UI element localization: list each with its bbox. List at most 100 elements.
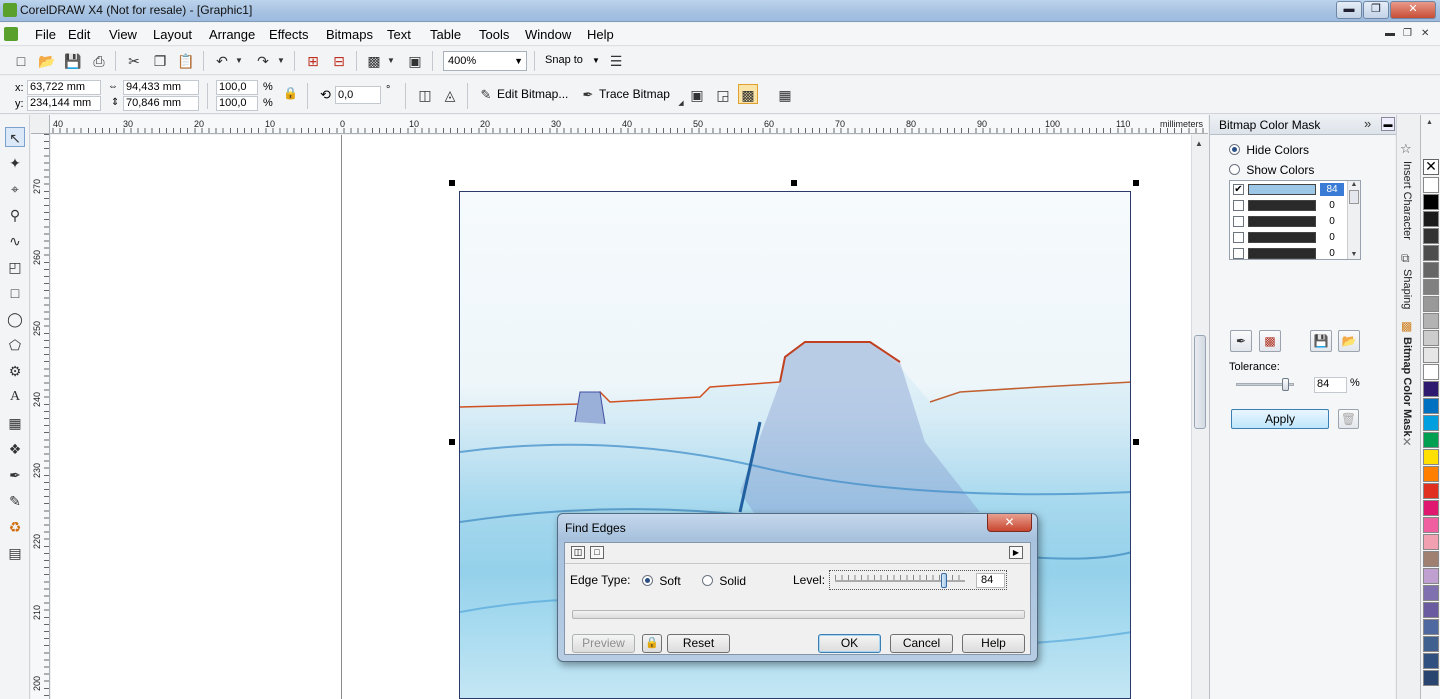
palette-scroll-up-icon[interactable]: ▲ bbox=[1426, 119, 1433, 126]
mirror-horizontal-icon[interactable]: ◫ bbox=[415, 85, 435, 105]
mask-color-row[interactable]: 0 bbox=[1230, 230, 1348, 245]
document-icon[interactable] bbox=[4, 27, 18, 41]
color-swatch[interactable] bbox=[1423, 262, 1439, 278]
minimize-docker-icon[interactable]: ▬ bbox=[1381, 117, 1395, 131]
mask-color-row[interactable]: 0 bbox=[1230, 214, 1348, 229]
apply-button[interactable]: Apply bbox=[1231, 409, 1329, 429]
import-icon[interactable]: ⊞ bbox=[303, 51, 323, 71]
open-mask-icon[interactable]: 📂 bbox=[1338, 330, 1360, 352]
edit-color-icon[interactable]: ▩ bbox=[1259, 330, 1281, 352]
application-launcher-icon[interactable]: ▩ bbox=[364, 51, 384, 71]
dual-preview-icon[interactable]: ◫ bbox=[571, 546, 585, 559]
interactive-fill-tool-icon[interactable]: ▤ bbox=[5, 543, 25, 563]
y-position-field[interactable]: 234,144 mm bbox=[27, 96, 101, 111]
hide-colors-option[interactable]: Hide Colors bbox=[1229, 142, 1309, 157]
color-swatch[interactable] bbox=[1423, 670, 1439, 686]
mask-color-checkbox[interactable] bbox=[1233, 232, 1244, 243]
selection-handle[interactable] bbox=[791, 180, 797, 186]
menu-help[interactable]: Help bbox=[587, 27, 614, 42]
width-field[interactable]: 94,433 mm bbox=[123, 80, 199, 95]
vertical-ruler[interactable]: 270 260 250 240 230 220 210 200 bbox=[31, 134, 50, 699]
no-color-swatch[interactable]: ✕ bbox=[1423, 159, 1439, 175]
shape-tool-icon[interactable]: ✦ bbox=[5, 153, 25, 173]
color-swatch[interactable] bbox=[1423, 483, 1439, 499]
soft-option[interactable]: Soft bbox=[642, 573, 681, 588]
menu-view[interactable]: View bbox=[109, 27, 137, 42]
color-swatch[interactable] bbox=[1423, 279, 1439, 295]
minimize-button[interactable]: ▬ bbox=[1336, 1, 1362, 19]
doc-close-icon[interactable]: ✕ bbox=[1421, 28, 1429, 39]
color-swatch[interactable] bbox=[1423, 602, 1439, 618]
redo-icon[interactable]: ↷ bbox=[253, 51, 273, 71]
color-swatch[interactable] bbox=[1423, 245, 1439, 261]
print-icon[interactable]: ⎙ bbox=[89, 51, 109, 71]
tab-shaping[interactable]: Shaping bbox=[1401, 269, 1413, 309]
zoom-levels-combo[interactable]: 400% ▼ bbox=[443, 51, 527, 71]
soft-radio[interactable] bbox=[642, 575, 653, 587]
close-tab-icon[interactable]: ✕ bbox=[1402, 435, 1412, 449]
level-field[interactable]: 84 bbox=[976, 573, 1005, 588]
table-tool-icon[interactable]: ▦ bbox=[5, 413, 25, 433]
close-button[interactable]: ✕ bbox=[1390, 1, 1436, 19]
rotation-angle-field[interactable]: 0,0 bbox=[335, 86, 381, 104]
color-swatch[interactable] bbox=[1423, 296, 1439, 312]
horizontal-ruler[interactable]: 40 30 20 10 0 10 20 30 40 50 60 70 80 90… bbox=[31, 115, 1208, 134]
options-icon[interactable]: ☰ bbox=[606, 51, 626, 71]
zoom-tool-icon[interactable]: ⚲ bbox=[5, 205, 25, 225]
trace-bitmap-button[interactable]: ✒ Trace Bitmap bbox=[580, 87, 670, 103]
save-mask-icon[interactable]: 💾 bbox=[1310, 330, 1332, 352]
polygon-tool-icon[interactable]: ⬠ bbox=[5, 335, 25, 355]
copy-icon[interactable]: ❐ bbox=[150, 51, 170, 71]
doc-minimize-icon[interactable]: ▬ bbox=[1385, 28, 1395, 39]
welcome-screen-icon[interactable]: ▣ bbox=[405, 51, 425, 71]
color-swatch[interactable] bbox=[1423, 228, 1439, 244]
bitmap-color-mask-icon[interactable]: ▩ bbox=[738, 84, 758, 104]
color-swatch[interactable] bbox=[1423, 194, 1439, 210]
scroll-up-icon[interactable]: ▲ bbox=[1195, 139, 1203, 148]
trash-icon[interactable]: 🗑 bbox=[1338, 409, 1359, 429]
menu-table[interactable]: Table bbox=[430, 27, 461, 42]
scroll-thumb[interactable] bbox=[1194, 335, 1206, 429]
x-position-field[interactable]: 63,722 mm bbox=[27, 80, 101, 95]
outline-pen-tool-icon[interactable]: ✎ bbox=[5, 491, 25, 511]
ruler-origin[interactable] bbox=[31, 115, 50, 134]
mask-color-checkbox[interactable] bbox=[1233, 216, 1244, 227]
selection-handle[interactable] bbox=[1133, 439, 1139, 445]
crop-tool-icon[interactable]: ⌖ bbox=[5, 179, 25, 199]
color-swatch[interactable] bbox=[1423, 653, 1439, 669]
color-swatch[interactable] bbox=[1423, 517, 1439, 533]
eyedropper-tool-icon[interactable]: ✒ bbox=[5, 465, 25, 485]
tolerance-field[interactable]: 84 bbox=[1314, 377, 1347, 393]
link-manager-icon[interactable]: ▦ bbox=[775, 85, 795, 105]
new-document-icon[interactable]: □ bbox=[11, 51, 31, 71]
expand-arrow-icon[interactable]: ▶ bbox=[1009, 546, 1023, 559]
scale-y-field[interactable]: 100,0 bbox=[216, 96, 258, 111]
mask-color-list[interactable]: ✔ 84 0 0 0 0 ▲ ▼ bbox=[1229, 180, 1361, 260]
resample-icon[interactable]: ◲ bbox=[713, 85, 733, 105]
preview-button[interactable]: Preview bbox=[572, 634, 635, 653]
mask-color-row[interactable]: 0 bbox=[1230, 198, 1348, 213]
mask-color-checkbox[interactable] bbox=[1233, 248, 1244, 259]
trace-dropdown-icon[interactable]: ◢ bbox=[677, 94, 685, 114]
coreldraw-app-icon[interactable] bbox=[3, 3, 17, 17]
mirror-vertical-icon[interactable]: ◬ bbox=[440, 85, 460, 105]
ok-button[interactable]: OK bbox=[818, 634, 881, 653]
mask-color-row[interactable]: 0 bbox=[1230, 246, 1348, 259]
color-swatch[interactable] bbox=[1423, 381, 1439, 397]
color-swatch[interactable] bbox=[1423, 313, 1439, 329]
menu-text[interactable]: Text bbox=[387, 27, 411, 42]
mask-color-checkbox[interactable] bbox=[1233, 200, 1244, 211]
color-swatch[interactable] bbox=[1423, 449, 1439, 465]
color-swatch[interactable] bbox=[1423, 534, 1439, 550]
scroll-up-icon[interactable]: ▲ bbox=[1348, 181, 1360, 188]
tab-insert-character[interactable]: Insert Character bbox=[1401, 161, 1413, 240]
smart-fill-tool-icon[interactable]: ◰ bbox=[5, 257, 25, 277]
fill-tool-icon[interactable]: ♻ bbox=[5, 517, 25, 537]
tab-bitmap-color-mask[interactable]: Bitmap Color Mask bbox=[1401, 337, 1413, 437]
expand-icon[interactable]: » bbox=[1364, 116, 1371, 131]
solid-radio[interactable] bbox=[702, 575, 713, 587]
color-swatch[interactable] bbox=[1423, 568, 1439, 584]
scroll-thumb[interactable] bbox=[1349, 190, 1359, 204]
level-slider-thumb[interactable] bbox=[941, 573, 948, 588]
edit-bitmap-button[interactable]: ✎ Edit Bitmap... bbox=[478, 87, 569, 103]
